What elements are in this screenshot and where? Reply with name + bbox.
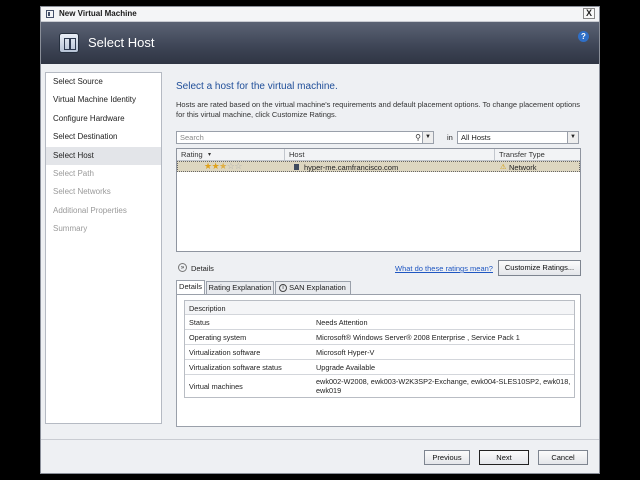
details-tabs: Details Rating Explanation i SAN Explana… xyxy=(176,280,581,294)
previous-button[interactable]: Previous xyxy=(424,450,470,465)
collapse-icon[interactable]: » xyxy=(178,263,187,272)
chevron-down-icon[interactable]: ▼ xyxy=(567,132,578,143)
search-icon[interactable]: ⚲ xyxy=(415,133,421,142)
header-banner: Select Host ? xyxy=(41,22,599,64)
page-title: Select Host xyxy=(88,35,155,50)
nav-item-select-host[interactable]: Select Host xyxy=(46,146,161,165)
host-group-value: All Hosts xyxy=(461,133,491,142)
in-label: in xyxy=(447,133,453,142)
star-icon: ★ xyxy=(204,161,212,171)
server-icon xyxy=(294,164,299,170)
tab-san-explanation[interactable]: i SAN Explanation xyxy=(275,281,351,294)
host-name: hyper-me.camfrancisco.com xyxy=(304,163,399,172)
nav-item-select-source[interactable]: Select Source xyxy=(46,73,161,91)
host-group-select[interactable]: All Hosts ▼ xyxy=(457,131,579,144)
details-panel: Description Status Needs Attention Opera… xyxy=(176,294,581,427)
section-heading: Select a host for the virtual machine. xyxy=(176,81,338,92)
transfer-type: Network xyxy=(509,163,537,172)
column-divider xyxy=(284,149,285,160)
detail-value: Microsoft® Windows Server® 2008 Enterpri… xyxy=(316,333,520,342)
app-icon xyxy=(46,10,54,18)
table-row: Operating system Microsoft® Windows Serv… xyxy=(185,330,574,345)
footer-bar: Previous Next Cancel xyxy=(41,439,599,474)
tab-details[interactable]: Details xyxy=(176,280,205,294)
details-toggle-label[interactable]: Details xyxy=(191,264,214,273)
details-header-row: Description xyxy=(185,301,574,315)
table-row[interactable]: ★★★☆☆ hyper-me.camfrancisco.com ⚠ Networ… xyxy=(177,161,580,172)
detail-key: Status xyxy=(189,318,210,327)
help-icon[interactable]: ? xyxy=(578,31,589,42)
wizard-step-icon xyxy=(59,33,79,53)
search-options-dropdown[interactable]: ▼ xyxy=(422,132,433,143)
half-star-icon: ★ xyxy=(219,161,227,171)
customize-ratings-button[interactable]: Customize Ratings... xyxy=(498,260,581,276)
nav-item-select-networks: Select Networks xyxy=(53,187,111,197)
search-input[interactable]: Search ⚲ ▼ xyxy=(176,131,434,144)
cancel-button[interactable]: Cancel xyxy=(538,450,588,465)
table-row: Status Needs Attention xyxy=(185,315,574,330)
grid-header: Rating ▾ Host Transfer Type xyxy=(177,149,580,161)
details-bar: » Details What do these ratings mean? Cu… xyxy=(176,260,581,276)
search-placeholder: Search xyxy=(180,133,204,142)
detail-key: Virtual machines xyxy=(189,382,243,391)
detail-key: Virtualization software xyxy=(189,348,261,357)
new-virtual-machine-window: New Virtual Machine X Select Host ? Sele… xyxy=(40,6,600,474)
details-header: Description xyxy=(189,304,226,313)
detail-value: ewk002-W2008, ewk003-W2K3SP2-Exchange, e… xyxy=(316,377,571,395)
detail-value: Upgrade Available xyxy=(316,363,376,372)
nav-item-select-destination[interactable]: Select Destination xyxy=(46,128,161,146)
wizard-nav: Select Source Virtual Machine Identity C… xyxy=(45,72,162,424)
host-grid: Rating ▾ Host Transfer Type ★★★☆☆ hyper-… xyxy=(176,148,581,252)
window-title: New Virtual Machine xyxy=(59,9,137,18)
warning-icon: ⚠ xyxy=(500,164,507,171)
column-divider xyxy=(494,149,495,160)
nav-item-configure-hardware[interactable]: Configure Hardware xyxy=(46,110,161,128)
detail-key: Operating system xyxy=(189,333,247,342)
host-details-table: Description Status Needs Attention Opera… xyxy=(184,300,575,398)
nav-item-virtual-machine-identity[interactable]: Virtual Machine Identity xyxy=(46,91,161,109)
main-content: Select a host for the virtual machine. H… xyxy=(170,72,586,427)
nav-item-summary: Summary xyxy=(53,224,88,234)
ratings-help-link[interactable]: What do these ratings mean? xyxy=(395,264,493,273)
detail-value: Needs Attention xyxy=(316,318,368,327)
table-row: Virtual machines ewk002-W2008, ewk003-W2… xyxy=(185,375,574,397)
title-bar: New Virtual Machine X xyxy=(41,7,599,22)
detail-key: Virtualization software status xyxy=(189,363,282,372)
info-icon: i xyxy=(279,284,287,292)
table-row: Virtualization software Microsoft Hyper-… xyxy=(185,345,574,360)
nav-item-additional-properties: Additional Properties xyxy=(53,205,127,215)
close-button[interactable]: X xyxy=(583,8,595,19)
section-description: Hosts are rated based on the virtual mac… xyxy=(176,100,581,119)
nav-item-select-path: Select Path xyxy=(53,168,94,178)
column-transfer-type[interactable]: Transfer Type xyxy=(499,150,545,159)
sort-desc-icon: ▾ xyxy=(208,152,212,158)
table-row: Virtualization software status Upgrade A… xyxy=(185,360,574,375)
tab-san-explanation-label: SAN Explanation xyxy=(289,283,346,292)
detail-value: Microsoft Hyper-V xyxy=(316,348,375,357)
column-rating[interactable]: Rating xyxy=(181,150,203,159)
rating-stars: ★★★☆☆ xyxy=(204,162,242,171)
next-button[interactable]: Next xyxy=(479,450,529,465)
star-empty-icon: ☆ xyxy=(234,161,242,171)
tab-rating-explanation[interactable]: Rating Explanation xyxy=(206,281,274,294)
column-host[interactable]: Host xyxy=(289,150,304,159)
